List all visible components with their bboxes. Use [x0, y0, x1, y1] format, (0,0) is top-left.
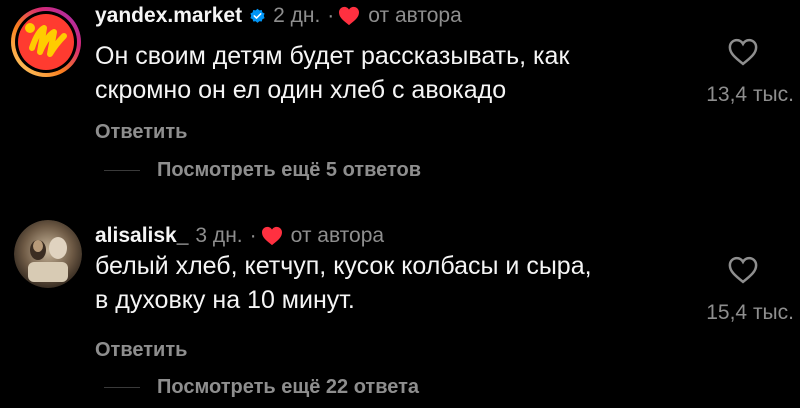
user-photo-avatar [14, 220, 82, 288]
comment-item: alisalisk_ 3 дн. · от автора белый хлеб,… [0, 210, 800, 408]
like-count: 13,4 тыс. [706, 83, 794, 106]
avatar[interactable] [14, 220, 82, 288]
view-replies-button[interactable]: Посмотреть ещё 22 ответа [104, 376, 419, 399]
comment-text: белый хлеб, кетчуп, кусок колбасы и сыра… [95, 249, 592, 317]
divider-line [104, 387, 140, 388]
separator-dot: · [327, 4, 335, 27]
separator-dot: · [249, 224, 257, 247]
heart-like-icon[interactable] [728, 256, 758, 284]
heart-like-icon[interactable] [728, 38, 758, 66]
comment-text: Он своим детям будет рассказывать, как с… [95, 39, 569, 107]
comment-text-line: белый хлеб, кетчуп, кусок колбасы и сыра… [95, 252, 592, 280]
like-count: 15,4 тыс. [706, 301, 794, 324]
comment-text-line: в духовку на 10 минут. [95, 286, 355, 314]
comment-meta: alisalisk_ 3 дн. · от автора [95, 220, 384, 252]
view-replies-label: Посмотреть ещё 5 ответов [157, 159, 422, 181]
verified-badge-icon [250, 8, 265, 23]
view-replies-label: Посмотреть ещё 22 ответа [157, 376, 420, 398]
view-replies-button[interactable]: Посмотреть ещё 5 ответов [104, 159, 421, 182]
yandex-market-logo-icon [11, 7, 81, 77]
comment-meta: yandex.market 2 дн. · от автора [95, 0, 462, 32]
author-liked-label: от автора [368, 4, 462, 27]
author-heart-icon [339, 6, 360, 26]
username[interactable]: yandex.market [95, 4, 242, 28]
divider-line [104, 170, 140, 171]
reply-button[interactable]: Ответить [95, 339, 187, 362]
avatar[interactable] [10, 6, 82, 78]
author-heart-icon [261, 226, 282, 246]
author-liked-label: от автора [290, 224, 385, 247]
timestamp: 2 дн. [273, 4, 321, 27]
timestamp: 3 дн. [195, 224, 243, 247]
reply-button[interactable]: Ответить [95, 121, 187, 144]
comment-text-line: Он своим детям будет рассказывать, как [95, 42, 570, 70]
comment-text-line: скромно он ел один хлеб с авокадо [95, 76, 507, 104]
comment-item: yandex.market 2 дн. · от автора Он своим… [0, 0, 800, 200]
username[interactable]: alisalisk_ [95, 224, 188, 248]
